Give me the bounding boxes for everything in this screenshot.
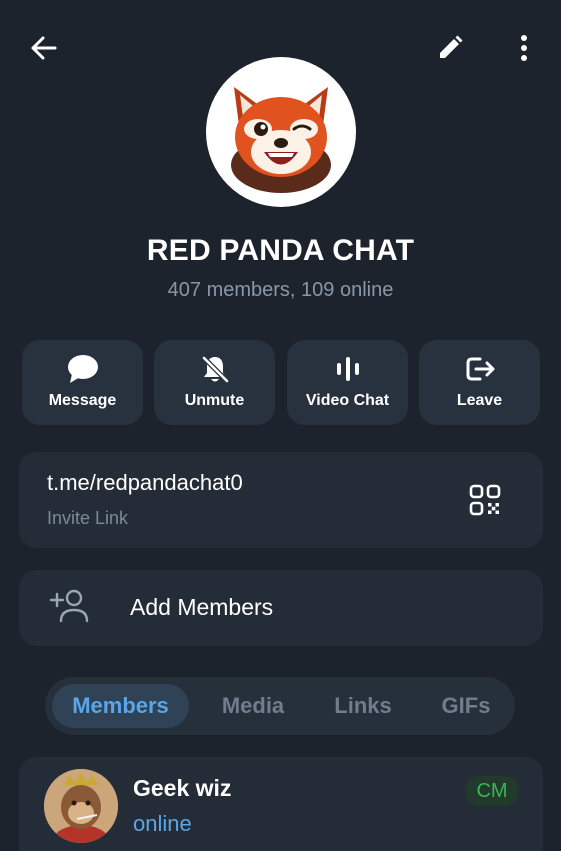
leave-label: Leave — [456, 392, 503, 409]
chat-bubble-icon — [63, 353, 103, 385]
video-chat-label: Video Chat — [305, 392, 390, 409]
exit-icon — [460, 353, 500, 385]
group-avatar[interactable] — [206, 57, 356, 207]
qr-code-icon[interactable] — [469, 484, 501, 516]
invite-link-label: Invite Link — [47, 508, 129, 528]
red-panda-icon — [231, 87, 331, 193]
unmute-button[interactable]: Unmute — [154, 340, 275, 425]
tab-links[interactable]: Links — [317, 684, 409, 728]
arrow-left-icon[interactable] — [22, 28, 64, 68]
vertical-dots-icon[interactable] — [506, 28, 542, 68]
bell-off-icon — [195, 353, 235, 385]
member-name: Geek wiz — [133, 775, 232, 801]
member-row[interactable]: Geek wiz online CM — [19, 757, 543, 851]
profile-tabs: Members Media Links GIFs — [45, 677, 515, 735]
message-label: Message — [48, 392, 117, 409]
invite-link-card[interactable]: t.me/redpandachat0 Invite Link — [19, 452, 543, 548]
message-button[interactable]: Message — [22, 340, 143, 425]
tab-members[interactable]: Members — [52, 684, 189, 728]
invite-link[interactable]: t.me/redpandachat0 — [47, 470, 243, 496]
member-status: online — [133, 811, 192, 836]
status-badge: CM — [465, 776, 519, 806]
leave-button[interactable]: Leave — [419, 340, 540, 425]
group-title: RED PANDA CHAT — [146, 234, 415, 267]
tab-media[interactable]: Media — [205, 684, 301, 728]
tab-gifs[interactable]: GIFs — [425, 684, 507, 728]
audio-bars-icon — [328, 353, 368, 385]
add-members-button[interactable]: Add Members — [19, 570, 543, 646]
video-chat-button[interactable]: Video Chat — [287, 340, 408, 425]
avatar[interactable] — [44, 769, 118, 843]
add-person-icon — [49, 588, 89, 624]
action-buttons: Message Unmute Video Chat Leave — [22, 340, 540, 425]
unmute-label: Unmute — [184, 392, 245, 409]
member-count: 407 members, 109 online — [167, 279, 394, 301]
pencil-icon[interactable] — [428, 28, 472, 68]
add-members-label: Add Members — [130, 594, 274, 620]
